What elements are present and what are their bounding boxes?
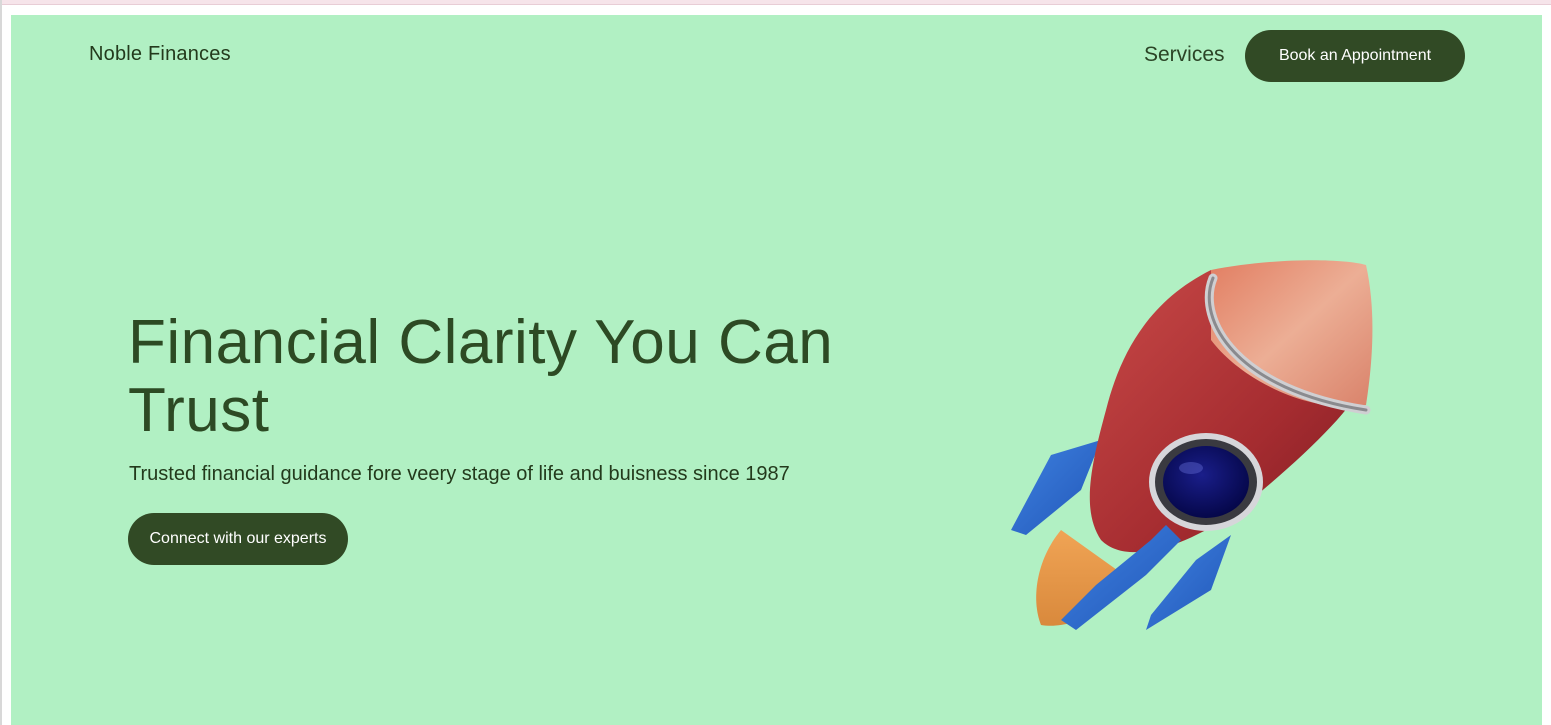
rocket-fin-left (1011, 440, 1101, 535)
nav-link-services[interactable]: Services (1144, 43, 1225, 67)
rocket-illustration (1011, 260, 1373, 630)
window-left-edge (0, 0, 2, 725)
book-appointment-button[interactable]: Book an Appointment (1245, 30, 1465, 82)
connect-experts-button[interactable]: Connect with our experts (128, 513, 348, 565)
hero-subtitle: Trusted financial guidance fore veery st… (129, 463, 790, 485)
rocket-group (1011, 260, 1373, 630)
hero-headline: Financial Clarity You Can Trust (128, 308, 834, 445)
rocket-window (1163, 446, 1249, 518)
hero-section: Noble Finances Services Book an Appointm… (11, 15, 1542, 725)
brand-logo[interactable]: Noble Finances (89, 43, 231, 66)
browser-top-strip (0, 0, 1551, 5)
